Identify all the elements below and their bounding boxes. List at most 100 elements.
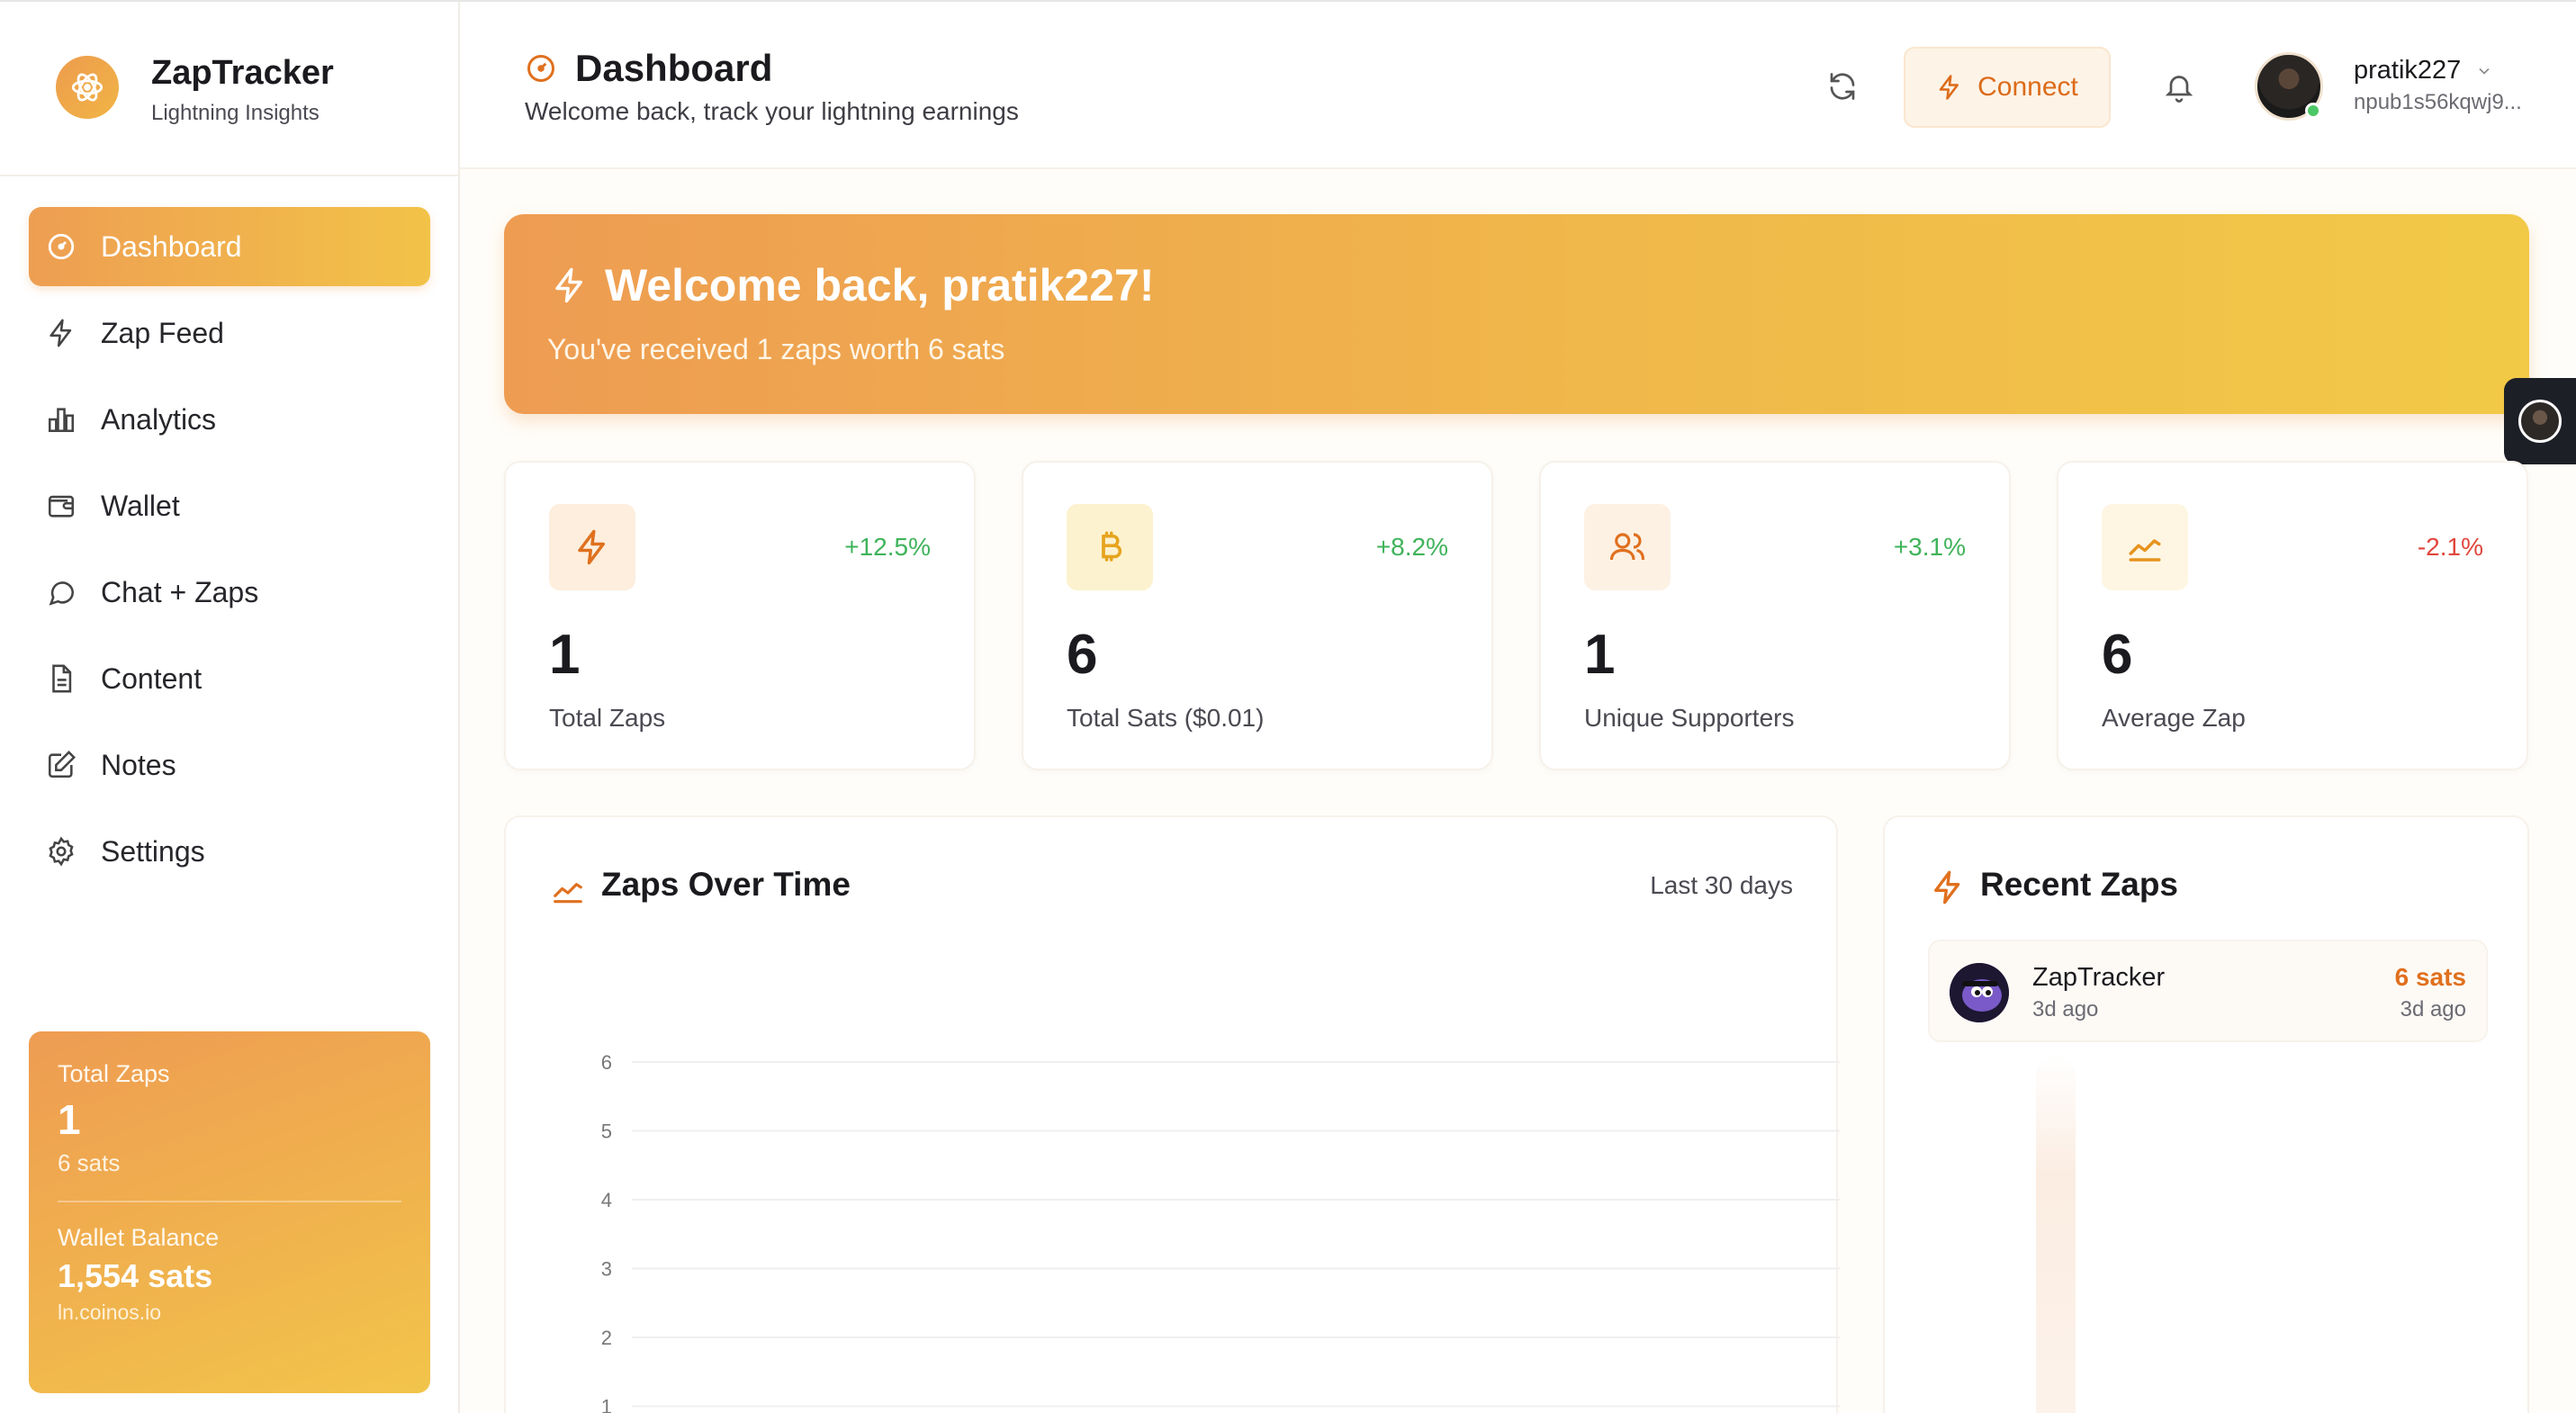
stat-change: -2.1%	[2417, 533, 2483, 561]
bolt-icon	[551, 266, 589, 309]
stat-value: 6	[1067, 624, 1098, 686]
list-item[interactable]: ZapTracker 3d ago 6 sats 3d ago	[1928, 940, 2488, 1042]
sidebar-summary-card: Total Zaps 1 6 sats Wallet Balance 1,554…	[29, 1031, 430, 1393]
stat-change: +12.5%	[844, 533, 931, 561]
gear-icon	[45, 835, 77, 868]
zap-sender-name: ZapTracker	[2032, 963, 2166, 992]
sidebar-item-wallet[interactable]: Wallet	[29, 466, 430, 545]
welcome-banner: Welcome back, pratik227! You've received…	[504, 214, 2529, 414]
y-tick-label: 4	[601, 1189, 612, 1211]
sidebar-item-label: Analytics	[101, 402, 217, 436]
bell-icon	[2163, 70, 2195, 107]
top-header: Dashboard Welcome back, track your light…	[460, 2, 2576, 169]
y-tick-label: 1	[601, 1396, 612, 1413]
user-npub: npub1s56kqwj9...	[2354, 90, 2522, 114]
summary-wallet-label: Wallet Balance	[58, 1224, 220, 1251]
bar-chart-icon	[45, 403, 77, 436]
page-title: Dashboard	[575, 47, 773, 89]
chat-icon	[45, 576, 77, 608]
stat-change: +3.1%	[1893, 533, 1966, 561]
chevron-down-icon	[2475, 62, 2493, 80]
sidebar-nav: Dashboard Zap Feed Analytics Wallet Chat…	[29, 207, 430, 898]
avatar	[1950, 963, 2009, 1022]
bitcoin-icon	[1067, 504, 1153, 590]
gauge-icon	[45, 230, 77, 263]
notifications-button[interactable]	[2156, 65, 2202, 112]
online-status-dot	[2305, 103, 2321, 119]
stat-card-total-sats: +8.2% 6 Total Sats ($0.01)	[1022, 461, 1493, 770]
bolt-icon	[1930, 869, 1966, 910]
sidebar-item-label: Zap Feed	[101, 316, 224, 349]
recent-zaps-title: Recent Zaps	[1980, 866, 2179, 903]
refresh-icon	[1826, 70, 1859, 107]
sidebar-item-chat-zaps[interactable]: Chat + Zaps	[29, 553, 430, 632]
stat-label: Total Zaps	[549, 704, 666, 732]
summary-divider	[58, 1201, 401, 1202]
zaps-over-time-card: Zaps Over Time Last 30 days 654321	[504, 815, 1840, 1413]
floating-profile-tab[interactable]	[2504, 378, 2576, 464]
sidebar-item-label: Settings	[101, 834, 205, 868]
y-tick-label: 5	[601, 1120, 612, 1143]
sidebar-item-zap-feed[interactable]: Zap Feed	[29, 293, 430, 373]
stat-change: +8.2%	[1375, 533, 1448, 561]
stat-value: 1	[549, 624, 581, 686]
stat-value: 6	[2102, 624, 2133, 686]
refresh-button[interactable]	[1819, 65, 1866, 112]
summary-total-zaps-value: 1	[58, 1096, 81, 1143]
wallet-icon	[45, 490, 77, 522]
avatar	[2518, 400, 2562, 443]
stat-label: Average Zap	[2102, 704, 2246, 732]
summary-total-sats: 6 sats	[58, 1149, 121, 1176]
user-avatar[interactable]	[2255, 52, 2323, 121]
brand: ZapTracker Lightning Insights	[0, 2, 458, 176]
banner-title: Welcome back, pratik227!	[605, 260, 1155, 310]
stat-value: 1	[1584, 624, 1616, 686]
summary-wallet-provider: ln.coinos.io	[58, 1300, 162, 1324]
stat-card-total-zaps: +12.5% 1 Total Zaps	[504, 461, 976, 770]
user-menu[interactable]: pratik227	[2354, 56, 2493, 86]
gauge-icon	[525, 52, 557, 85]
y-tick-label: 2	[601, 1327, 612, 1349]
zaps-chart: 6 5 4 3 2 1	[601, 1051, 1840, 1413]
zap-time: 3d ago	[2032, 997, 2099, 1022]
banner-subtitle: You've received 1 zaps worth 6 sats	[547, 333, 1005, 365]
stat-card-average-zap: -2.1% 6 Average Zap	[2057, 461, 2528, 770]
sidebar-item-settings[interactable]: Settings	[29, 812, 430, 891]
summary-total-zaps-label: Total Zaps	[58, 1060, 170, 1087]
app-window: ZapTracker Lightning Insights Dashboard …	[0, 0, 2576, 1413]
user-name: pratik227	[2354, 56, 2462, 85]
edit-icon	[45, 749, 77, 781]
sidebar-item-label: Notes	[101, 748, 176, 781]
sidebar-item-notes[interactable]: Notes	[29, 725, 430, 805]
sidebar-item-label: Wallet	[101, 489, 180, 522]
sidebar-item-label: Content	[101, 662, 203, 695]
sidebar-item-label: Chat + Zaps	[101, 575, 259, 608]
y-tick-label: 3	[601, 1258, 612, 1281]
connect-label: Connect	[1977, 72, 2078, 102]
stat-label: Unique Supporters	[1584, 704, 1795, 732]
zap-logo-icon[interactable]	[56, 56, 119, 119]
sidebar: ZapTracker Lightning Insights Dashboard …	[0, 2, 460, 1413]
recent-zaps-card: Recent Zaps ZapTracker 3d ago 6 sats 3d …	[1883, 815, 2529, 1413]
bolt-icon	[549, 504, 635, 590]
stat-label: Total Sats ($0.01)	[1067, 704, 1265, 732]
page-subtitle: Welcome back, track your lightning earni…	[525, 97, 1019, 125]
bolt-icon	[45, 317, 77, 349]
sidebar-item-content[interactable]: Content	[29, 639, 430, 718]
stat-card-unique-supporters: +3.1% 1 Unique Supporters	[1539, 461, 2011, 770]
document-icon	[45, 662, 77, 695]
sidebar-item-label: Dashboard	[101, 230, 242, 263]
sidebar-item-dashboard[interactable]: Dashboard	[29, 207, 430, 286]
sidebar-item-analytics[interactable]: Analytics	[29, 380, 430, 459]
trend-icon	[2102, 504, 2188, 590]
zap-ago: 3d ago	[2400, 997, 2466, 1022]
summary-wallet-value: 1,554 sats	[58, 1257, 213, 1294]
connect-button[interactable]: Connect	[1904, 47, 2111, 128]
bolt-icon	[1936, 74, 1963, 101]
brand-title: ZapTracker	[151, 54, 334, 92]
brand-subtitle: Lightning Insights	[151, 101, 320, 125]
loading-placeholder	[2036, 1055, 2076, 1413]
zap-amount: 6 sats	[2394, 963, 2466, 991]
users-icon	[1584, 504, 1671, 590]
y-tick-label: 6	[601, 1051, 612, 1074]
